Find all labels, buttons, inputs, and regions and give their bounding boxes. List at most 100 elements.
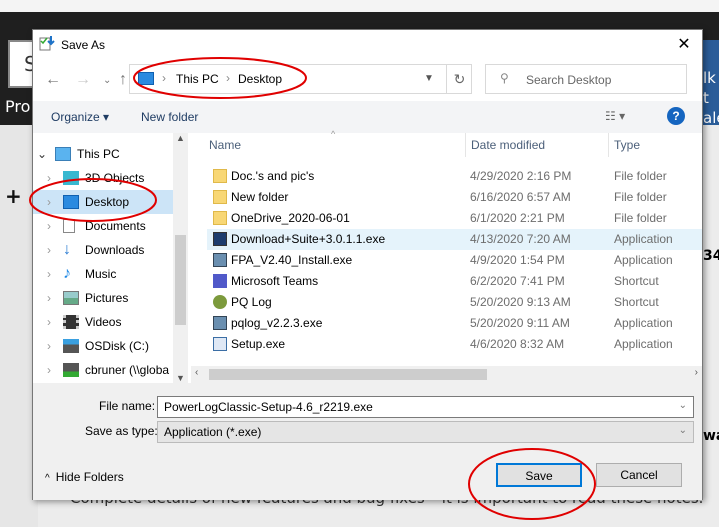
horizontal-scrollbar[interactable]: ‹ › (191, 366, 702, 383)
file-date: 4/29/2020 2:16 PM (470, 169, 572, 183)
save-button[interactable]: Save (496, 463, 582, 487)
page-banner: lk t ale (703, 40, 719, 125)
file-name-value: PowerLogClassic-Setup-4.6_r2219.exe (164, 400, 373, 414)
column-header-type[interactable]: Type (614, 138, 640, 152)
recent-locations-icon[interactable]: ⌄ (103, 75, 111, 86)
chevron-right-icon[interactable]: › (47, 262, 51, 286)
nav-label: Videos (85, 315, 122, 329)
nav-item-videos[interactable]: › Videos (33, 310, 173, 334)
chevron-right-icon[interactable]: › (47, 334, 51, 358)
chevron-down-icon[interactable]: ⌄ (679, 425, 687, 436)
toolbar: Organize ▾ New folder ☷ ▾ ? (33, 101, 702, 133)
nav-label: OSDisk (C:) (85, 339, 149, 353)
chevron-right-icon[interactable]: › (47, 310, 51, 334)
file-type: Application (614, 316, 673, 330)
nav-item-pictures[interactable]: › Pictures (33, 286, 173, 310)
file-type: Shortcut (614, 295, 659, 309)
videos-icon (63, 315, 79, 329)
chevron-right-icon[interactable]: › (47, 358, 51, 382)
forward-button[interactable]: → (75, 71, 91, 89)
nav-label: This PC (77, 147, 120, 161)
nav-item-documents[interactable]: › Documents (33, 214, 173, 238)
view-options-button[interactable]: ☷ ▾ (605, 109, 625, 123)
save-type-value: Application (*.exe) (164, 425, 262, 439)
column-divider (608, 133, 609, 157)
banner-line: ale (703, 109, 719, 125)
file-row[interactable]: pqlog_v2.2.3.exe 5/20/2020 9:11 AM Applica… (207, 313, 702, 334)
nav-item-3d-objects[interactable]: › 3D Objects (33, 166, 173, 190)
file-row[interactable]: New folder 6/16/2020 6:57 AM File folder (207, 187, 702, 208)
close-button[interactable]: ✕ (673, 34, 695, 56)
nav-item-network-drive[interactable]: › cbruner (\\globa (33, 358, 173, 382)
chevron-right-icon[interactable]: › (47, 166, 51, 190)
chevron-right-icon[interactable]: › (47, 286, 51, 310)
file-row[interactable]: Microsoft Teams 6/2/2020 7:41 PM Shortcut (207, 271, 702, 292)
scroll-left-icon[interactable]: ‹ (195, 367, 198, 378)
search-icon: ⚲ (500, 71, 509, 85)
chevron-down-icon[interactable]: ⌄ (679, 400, 687, 411)
breadcrumb-separator[interactable]: › (226, 71, 230, 85)
file-row[interactable]: PQ Log 5/20/2020 9:13 AM Shortcut (207, 292, 702, 313)
pc-icon (55, 147, 71, 161)
chevron-right-icon[interactable]: › (47, 190, 51, 214)
back-button[interactable]: ← (45, 71, 61, 89)
breadcrumb-separator[interactable]: › (162, 71, 166, 85)
file-row[interactable]: Setup.exe 4/6/2020 8:32 AM Application (207, 334, 702, 355)
scroll-right-icon[interactable]: › (695, 367, 698, 378)
column-header-date[interactable]: Date modified (471, 138, 545, 152)
save-type-select[interactable]: Application (*.exe) ⌄ (157, 421, 694, 443)
chevron-right-icon[interactable]: › (47, 238, 51, 262)
pictures-icon (63, 291, 79, 305)
page-text: war (703, 428, 719, 444)
file-name: PQ Log (231, 295, 272, 309)
address-bar[interactable]: › This PC › Desktop ▼ ↻ (129, 64, 472, 94)
horizontal-scrollbar-thumb[interactable] (209, 369, 487, 380)
help-button[interactable]: ? (667, 107, 685, 125)
plus-icon[interactable]: + (5, 184, 22, 208)
refresh-button[interactable]: ↻ (446, 65, 472, 93)
file-row[interactable]: OneDrive_2020-06-01 6/1/2020 2:21 PM File … (207, 208, 702, 229)
search-placeholder: Search Desktop (526, 73, 612, 87)
hide-folders-button[interactable]: ^ Hide Folders (45, 470, 124, 484)
chevron-right-icon[interactable]: › (47, 214, 51, 238)
address-dropdown-icon[interactable]: ▼ (412, 65, 446, 93)
search-input[interactable]: ⚲ Search Desktop (485, 64, 687, 94)
file-type: File folder (614, 190, 667, 204)
file-name: pqlog_v2.2.3.exe (231, 316, 323, 330)
chevron-up-icon: ^ (45, 473, 50, 484)
new-folder-button[interactable]: New folder (141, 110, 198, 124)
cancel-button[interactable]: Cancel (596, 463, 682, 487)
folder-icon (213, 211, 227, 225)
breadcrumb-desktop[interactable]: Desktop (238, 72, 282, 86)
nav-item-music[interactable]: › ♪ Music (33, 262, 173, 286)
nav-item-osdisk[interactable]: › OSDisk (C:) (33, 334, 173, 358)
file-name: Setup.exe (231, 337, 286, 351)
nav-item-desktop[interactable]: › Desktop (33, 190, 173, 214)
page-nav-text: Pro (5, 97, 31, 116)
file-row[interactable]: Doc.'s and pic's 4/29/2020 2:16 PM File fo… (207, 166, 702, 187)
file-type: File folder (614, 169, 667, 183)
column-header-name[interactable]: Name (209, 138, 241, 152)
breadcrumb-this-pc[interactable]: This PC (176, 72, 219, 86)
nav-scrollbar-thumb[interactable] (175, 235, 186, 325)
organize-button[interactable]: Organize ▾ (51, 110, 109, 124)
nav-label: Music (85, 267, 117, 281)
nav-item-downloads[interactable]: › ↓ Downloads (33, 238, 173, 262)
file-name-input[interactable]: PowerLogClassic-Setup-4.6_r2219.exe ⌄ (157, 396, 694, 418)
file-date: 6/16/2020 6:57 AM (470, 190, 571, 204)
file-row[interactable]: FPA_V2.40_Install.exe 4/9/2020 1:54 PM App… (207, 250, 702, 271)
browser-top (0, 0, 719, 12)
file-name: FPA_V2.40_Install.exe (231, 253, 353, 267)
desktop-icon (63, 195, 79, 209)
nav-item-this-pc[interactable]: ⌄ This PC (33, 142, 173, 166)
file-row[interactable]: Download+Suite+3.0.1.1.exe 4/13/2020 7:20… (207, 229, 702, 250)
chevron-down-icon[interactable]: ⌄ (37, 142, 47, 166)
nav-label: Documents (85, 219, 146, 233)
up-button[interactable]: ↑ (119, 71, 127, 89)
music-icon: ♪ (63, 265, 71, 282)
file-name: OneDrive_2020-06-01 (231, 211, 350, 225)
file-date: 4/13/2020 7:20 AM (470, 232, 571, 246)
nav-label: cbruner (\\globa (85, 363, 170, 377)
shortcut-icon (213, 295, 227, 309)
file-name: New folder (231, 190, 289, 204)
